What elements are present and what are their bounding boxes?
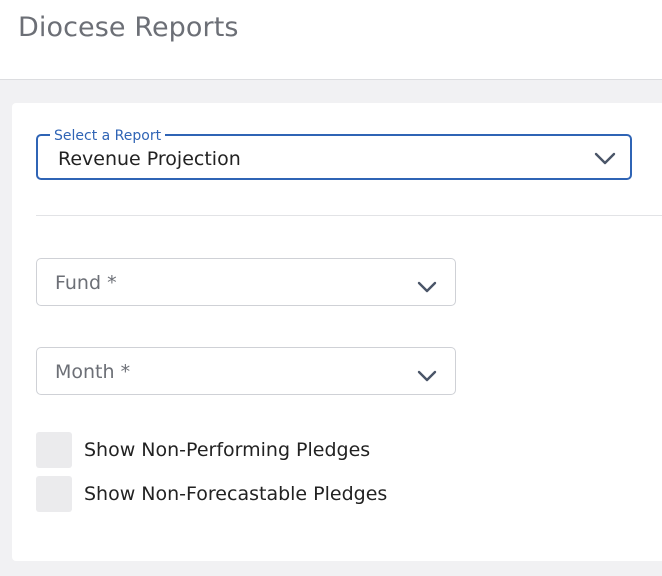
option-non-forecastable-pledges: Show Non-Forecastable Pledges [36, 476, 387, 512]
non-performing-pledges-checkbox[interactable] [36, 432, 72, 468]
chevron-down-icon [416, 281, 438, 295]
section-divider [36, 215, 662, 216]
fund-select-placeholder: Fund * [55, 272, 117, 294]
non-performing-pledges-label[interactable]: Show Non-Performing Pledges [84, 439, 370, 461]
page-header: Diocese Reports [0, 0, 662, 80]
chevron-down-icon [594, 152, 616, 166]
fund-select[interactable]: Fund * [36, 258, 456, 306]
non-forecastable-pledges-checkbox[interactable] [36, 476, 72, 512]
option-non-performing-pledges: Show Non-Performing Pledges [36, 432, 370, 468]
report-select-label: Select a Report [50, 127, 166, 145]
report-select-value: Revenue Projection [58, 148, 241, 170]
page-title: Diocese Reports [18, 12, 239, 43]
month-select-placeholder: Month * [55, 361, 131, 383]
chevron-down-icon [416, 370, 438, 384]
month-select[interactable]: Month * [36, 347, 456, 395]
non-forecastable-pledges-label[interactable]: Show Non-Forecastable Pledges [84, 483, 387, 505]
